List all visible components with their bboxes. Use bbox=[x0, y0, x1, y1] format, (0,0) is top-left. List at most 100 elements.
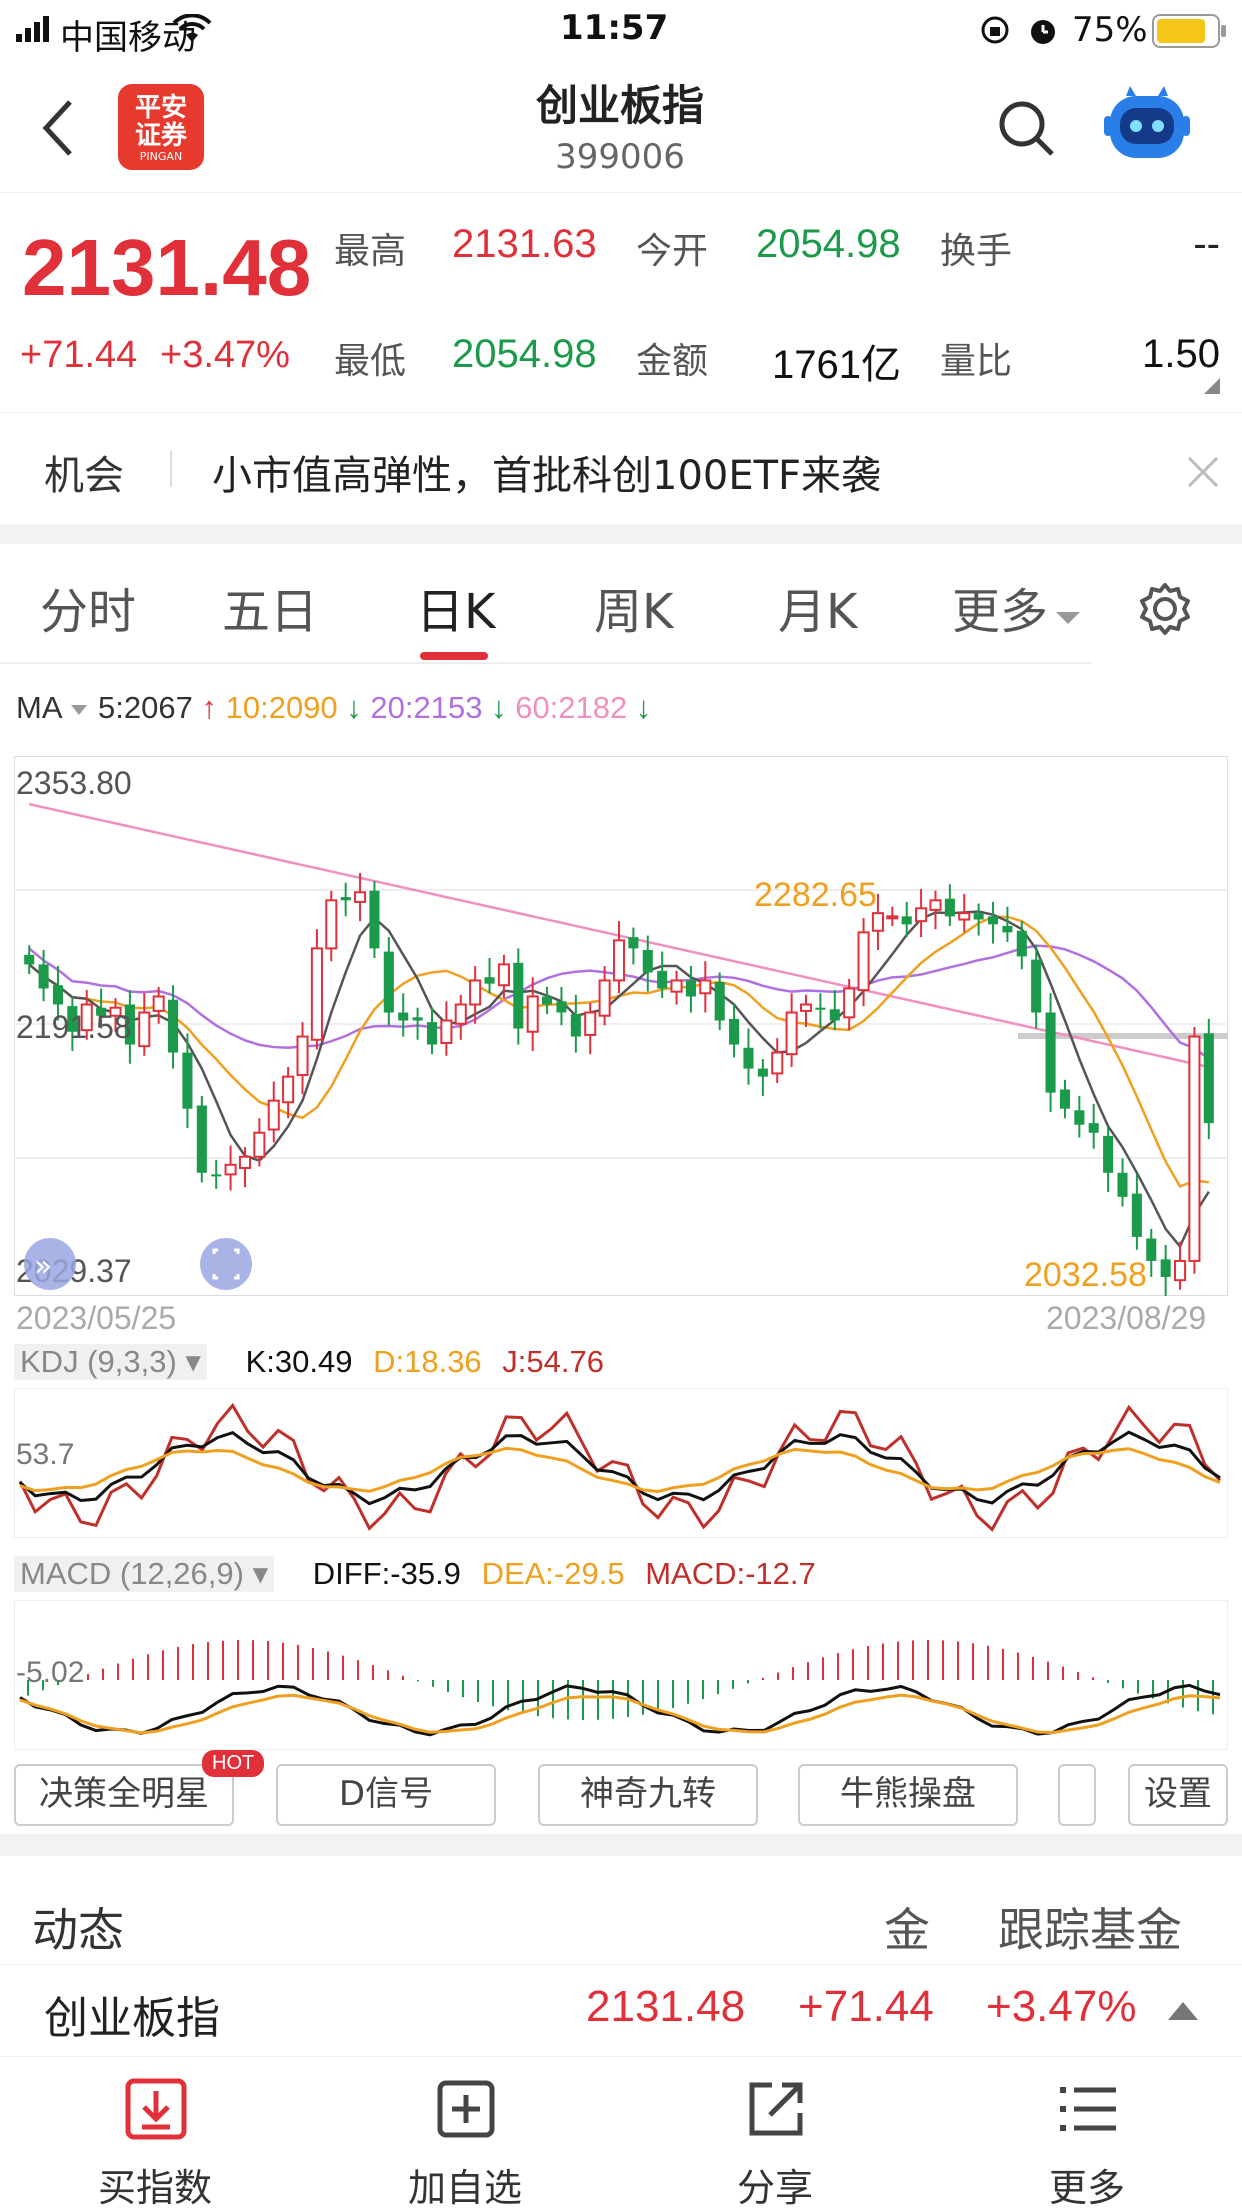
candle-body bbox=[556, 1001, 567, 1013]
turnover-value: -- bbox=[1193, 222, 1220, 266]
candle-body bbox=[513, 962, 524, 1029]
chevron-left-icon[interactable] bbox=[40, 98, 76, 158]
candle-body bbox=[383, 951, 394, 1013]
banner-divider bbox=[170, 451, 172, 487]
gear-icon[interactable] bbox=[1138, 582, 1192, 636]
lock-rotation-icon bbox=[981, 16, 1009, 44]
nav-add-watchlist[interactable]: 加自选 bbox=[390, 2057, 540, 2210]
close-icon[interactable] bbox=[1186, 455, 1220, 489]
candle-body bbox=[1088, 1123, 1099, 1133]
candle-body bbox=[670, 979, 683, 993]
candle-body bbox=[857, 931, 870, 992]
magic-nine-button[interactable]: 神奇九转 bbox=[538, 1764, 758, 1826]
tab-monthly-k[interactable]: 月K bbox=[778, 572, 857, 642]
candle-body bbox=[168, 999, 179, 1053]
more-indicator-button[interactable] bbox=[1058, 1764, 1096, 1826]
search-icon[interactable] bbox=[996, 98, 1056, 158]
page-title: 创业板指 bbox=[535, 81, 704, 130]
status-bar: 中国移动 11:57 75% bbox=[0, 0, 1242, 62]
candle-body bbox=[354, 891, 367, 903]
hot-badge: HOT bbox=[202, 1750, 265, 1777]
tab-more[interactable]: 更多 bbox=[952, 572, 1082, 642]
candle-body bbox=[628, 937, 639, 949]
candle-body bbox=[1016, 930, 1027, 957]
tab-five-day[interactable]: 五日 bbox=[222, 572, 318, 642]
kdj-legend: KDJ (9,3,3) ▾ K:30.49 D:18.36 J:54.76 bbox=[14, 1344, 1228, 1386]
tab-weekly-k[interactable]: 周K bbox=[594, 572, 673, 642]
robot-icon[interactable] bbox=[1104, 86, 1190, 166]
battery-icon bbox=[1152, 14, 1226, 48]
row-pct: +3.47% bbox=[986, 1982, 1137, 2031]
macd-chart[interactable]: -5.02 bbox=[14, 1600, 1228, 1750]
candle-body bbox=[152, 995, 165, 1012]
stock-code: 399006 bbox=[555, 137, 685, 177]
ratio-value: 1.50 bbox=[1142, 332, 1220, 376]
settings-button[interactable]: 设置 bbox=[1128, 1764, 1228, 1826]
share-icon bbox=[749, 2082, 803, 2136]
macd-selector[interactable]: MACD (12,26,9) ▾ bbox=[14, 1556, 275, 1592]
date-start: 2023/05/25 bbox=[16, 1300, 177, 1336]
candle-body bbox=[1059, 1089, 1070, 1109]
tab-dynamics[interactable]: 动态 bbox=[32, 1894, 124, 1960]
candle-body bbox=[598, 979, 611, 1017]
nav-more[interactable]: 更多 bbox=[1012, 2057, 1162, 2210]
arrow-down-icon: ↓ bbox=[337, 690, 371, 725]
decision-star-button[interactable]: 决策全明星 bbox=[14, 1764, 234, 1826]
candle-body bbox=[340, 897, 351, 901]
arrow-up-icon: ↑ bbox=[192, 690, 226, 725]
last-price: 2131.48 bbox=[22, 223, 312, 312]
d-signal-button[interactable]: D信号 bbox=[276, 1764, 496, 1826]
news-banner[interactable]: 机会 小市值高弹性，首批科创100ETF来袭 bbox=[0, 412, 1242, 525]
candle-body bbox=[757, 1068, 768, 1077]
candle-body bbox=[484, 977, 495, 984]
nav-share[interactable]: 分享 bbox=[700, 2057, 850, 2210]
row-name: 创业板指 bbox=[44, 1993, 220, 2044]
macd-level-label: -5.02 bbox=[16, 1656, 84, 1689]
menu-icon bbox=[1060, 2087, 1116, 2131]
candle-body bbox=[685, 980, 696, 997]
caret-up-icon[interactable] bbox=[1166, 1998, 1200, 2022]
candle-body bbox=[24, 954, 35, 965]
high-label: 最高 bbox=[334, 231, 407, 272]
fullscreen-icon[interactable] bbox=[200, 1238, 252, 1290]
candlestick-chart[interactable]: 2353.80 2191.58 2029.37 2282.65 2032.58 … bbox=[14, 756, 1228, 1296]
broker-logo[interactable]: 平安 证券 PINGAN bbox=[118, 84, 204, 170]
candle-body bbox=[1002, 925, 1013, 933]
kdj-chart[interactable]: 53.7 bbox=[14, 1388, 1228, 1538]
logo-subtext: PINGAN bbox=[139, 150, 183, 163]
tab-tracking-funds[interactable]: 跟踪基金 bbox=[998, 1894, 1182, 1960]
tab-intraday[interactable]: 分时 bbox=[40, 572, 136, 642]
arrow-down-icon: ↓ bbox=[627, 690, 652, 725]
plus-box-icon bbox=[437, 2080, 495, 2138]
candle-body bbox=[310, 947, 323, 1041]
candle-body bbox=[886, 915, 899, 920]
candle-body bbox=[1188, 1035, 1201, 1262]
candle-body bbox=[469, 979, 482, 1006]
kdj-d: D:18.36 bbox=[373, 1344, 482, 1379]
ma-legend[interactable]: MA 5:2067 ↑ 10:2090 ↓ 20:2153 ↓ 60:2182 … bbox=[16, 690, 1236, 734]
candle-body bbox=[38, 964, 49, 989]
nav-buy-index[interactable]: 买指数 bbox=[80, 2057, 230, 2210]
kdj-level-label: 53.7 bbox=[16, 1438, 74, 1471]
ma60-value: 60:2182 bbox=[515, 690, 628, 725]
macd-legend: MACD (12,26,9) ▾ DIFF:-35.9 DEA:-29.5 MA… bbox=[14, 1556, 1228, 1598]
row-change: +71.44 bbox=[798, 1982, 934, 2031]
bull-bear-button[interactable]: 牛熊操盘 bbox=[798, 1764, 1018, 1826]
candle-body bbox=[138, 1011, 151, 1048]
section-gap bbox=[0, 1834, 1242, 1856]
wifi-icon bbox=[172, 14, 212, 42]
tab-daily-k[interactable]: 日K bbox=[416, 572, 495, 642]
y-axis-top-label: 2353.80 bbox=[16, 765, 132, 801]
corner-triangle-icon bbox=[1204, 378, 1220, 394]
tab-gold[interactable]: 金 bbox=[884, 1894, 930, 1960]
macd-label: MACD (12,26,9) bbox=[20, 1556, 244, 1591]
bottom-nav: 买指数 加自选 分享 更多 bbox=[0, 2056, 1242, 2210]
candle-body bbox=[657, 970, 668, 989]
banner-tag: 机会 bbox=[44, 453, 124, 499]
candle-body bbox=[843, 987, 856, 1019]
kdj-selector[interactable]: KDJ (9,3,3) ▾ bbox=[14, 1344, 207, 1380]
nav-add-watchlist-label: 加自选 bbox=[407, 2166, 522, 2210]
candle-body bbox=[743, 1047, 754, 1069]
candle-body bbox=[1146, 1238, 1157, 1261]
index-summary-row[interactable]: 创业板指 2131.48 +71.44 +3.47% bbox=[0, 1964, 1242, 2056]
